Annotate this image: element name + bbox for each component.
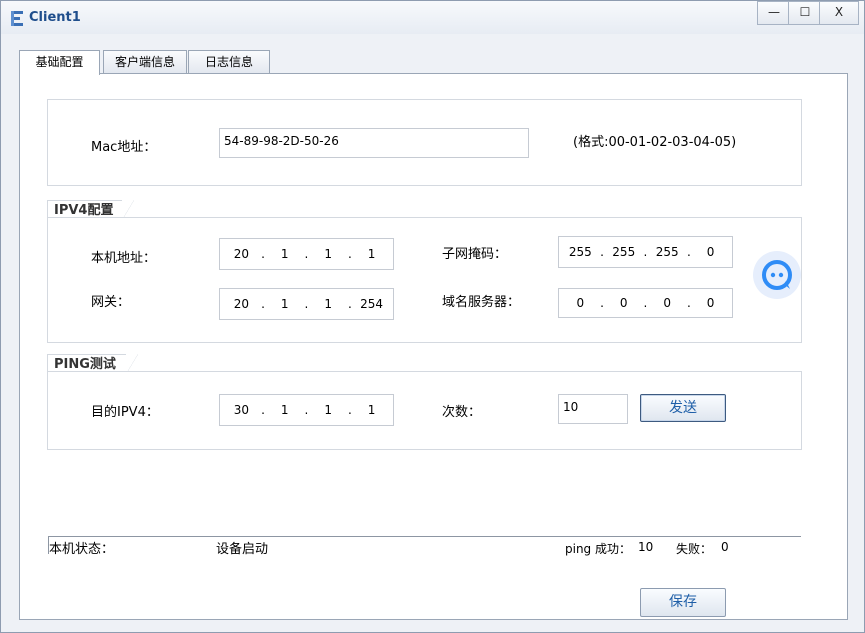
host-ip-octet: 1 — [367, 247, 376, 261]
ping-count-input[interactable]: 10 — [558, 394, 628, 424]
minimize-button[interactable]: — — [757, 1, 791, 25]
dest-ip-octet: 30 — [233, 403, 249, 417]
ipv4-group: 本机地址： 20. 1. 1. 1 子网掩码： 255. 255. 255. 0… — [47, 217, 802, 343]
window-title: Client1 — [29, 10, 81, 25]
client-area: 基础配置 客户端信息 日志信息 Mac地址： 54-89-98-2D-50-26… — [9, 36, 858, 625]
host-ip-input[interactable]: 20. 1. 1. 1 — [219, 238, 394, 270]
mac-format-hint: (格式:00-01-02-03-04-05) — [573, 135, 737, 150]
mac-label: Mac地址： — [91, 140, 157, 155]
gateway-octet: 254 — [360, 297, 384, 311]
client-window: Client1 — ☐ X 基础配置 客户端信息 日志信息 Mac地址： 54-… — [0, 0, 865, 633]
gateway-input[interactable]: 20. 1. 1. 254 — [219, 288, 394, 320]
config-panel: Mac地址： 54-89-98-2D-50-26 (格式:00-01-02-03… — [19, 73, 848, 620]
chat-assistant-button[interactable] — [753, 251, 801, 299]
dest-ip-octet: 1 — [280, 403, 289, 417]
mask-octet: 0 — [706, 245, 715, 259]
dns-octet: 0 — [619, 296, 628, 310]
dest-ip-octet: 1 — [367, 403, 376, 417]
gateway-label: 网关： — [91, 295, 131, 310]
mac-group: Mac地址： 54-89-98-2D-50-26 (格式:00-01-02-03… — [47, 99, 802, 186]
gateway-octet: 1 — [324, 297, 332, 311]
tab-basic-config[interactable]: 基础配置 — [19, 50, 100, 75]
tab-client-info[interactable]: 客户端信息 — [103, 50, 187, 74]
mask-octet: 255 — [612, 245, 636, 259]
title-bar[interactable]: Client1 — ☐ X — [1, 1, 864, 34]
host-ip-label: 本机地址： — [91, 251, 157, 266]
tab-log-info[interactable]: 日志信息 — [188, 50, 270, 74]
host-ip-octet: 1 — [280, 247, 289, 261]
ping-count-label: 次数： — [442, 405, 482, 420]
mac-input[interactable]: 54-89-98-2D-50-26 — [219, 128, 529, 158]
dest-ip-label: 目的IPV4： — [91, 405, 159, 420]
ping-success-label: ping 成功： — [565, 542, 631, 556]
host-status-label: 本机状态： — [49, 542, 115, 557]
send-button[interactable]: 发送 — [640, 394, 726, 422]
dns-octet: 0 — [663, 296, 671, 310]
dns-octet: 0 — [706, 296, 715, 310]
save-button[interactable]: 保存 — [640, 588, 726, 617]
mask-octet: 255 — [568, 245, 592, 259]
host-ip-octet: 20 — [233, 247, 249, 261]
dest-ip-input[interactable]: 30. 1. 1. 1 — [219, 394, 394, 426]
app-icon — [11, 11, 23, 26]
chat-bubble-icon — [762, 260, 792, 290]
dns-input[interactable]: 0. 0. 0. 0 — [558, 288, 733, 318]
gateway-octet: 1 — [280, 297, 289, 311]
dest-ip-octet: 1 — [324, 403, 332, 417]
ping-fail-count: 0 — [721, 540, 729, 554]
ping-fail-label: 失败： — [676, 542, 713, 556]
status-divider — [48, 536, 801, 537]
dns-label: 域名服务器： — [442, 295, 521, 310]
host-ip-octet: 1 — [324, 247, 332, 261]
subnet-mask-label: 子网掩码： — [442, 247, 508, 262]
maximize-button[interactable]: ☐ — [788, 1, 822, 25]
gateway-octet: 20 — [233, 297, 249, 311]
ping-success-count: 10 — [638, 540, 654, 554]
ping-group: 目的IPV4： 30. 1. 1. 1 次数： 10 发送 — [47, 371, 802, 450]
close-button[interactable]: X — [819, 1, 859, 25]
subnet-mask-input[interactable]: 255. 255. 255. 0 — [558, 236, 733, 268]
host-status-value: 设备启动 — [216, 542, 269, 557]
mask-octet: 255 — [655, 245, 679, 259]
dns-octet: 0 — [576, 296, 585, 310]
